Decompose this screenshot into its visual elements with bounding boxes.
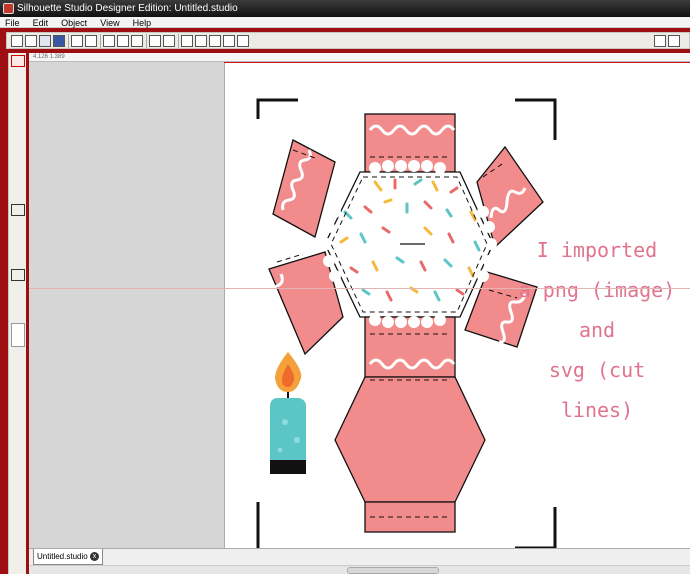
copy-icon[interactable] — [103, 35, 115, 47]
app-icon — [3, 3, 14, 14]
cut-settings-icon[interactable] — [11, 297, 25, 309]
print-icon[interactable] — [71, 35, 83, 47]
document-tab[interactable]: Untitled.studio x — [33, 549, 103, 565]
zoom-box-icon[interactable] — [209, 35, 221, 47]
knife-icon[interactable] — [11, 234, 25, 246]
edit-points-icon[interactable] — [654, 35, 666, 47]
select-icon[interactable] — [11, 55, 25, 67]
new-icon[interactable] — [11, 35, 23, 47]
fit-page-icon[interactable] — [237, 35, 249, 47]
annotation-line-1: I imported — [536, 238, 658, 262]
tool-panel — [0, 53, 29, 574]
horizontal-guide — [29, 288, 690, 289]
cursor-coordinates: 4.126 1.389 — [33, 54, 65, 60]
annotation-line-3: and — [578, 318, 616, 342]
redo-icon[interactable] — [163, 35, 175, 47]
fill-icon[interactable] — [11, 248, 25, 260]
box-template — [268, 113, 544, 533]
undo-icon[interactable] — [149, 35, 161, 47]
freehand-icon[interactable] — [11, 187, 25, 199]
rectangle-icon[interactable] — [11, 114, 25, 126]
save-icon[interactable] — [39, 35, 51, 47]
document-tab-bar: Untitled.studio x — [29, 548, 690, 574]
ruler: 4.126 1.389 — [29, 53, 690, 62]
save-as-icon[interactable] — [53, 35, 65, 47]
pan-icon[interactable] — [223, 35, 235, 47]
open-icon[interactable] — [25, 35, 37, 47]
eraser-icon[interactable] — [11, 220, 25, 232]
ellipse-icon[interactable] — [11, 142, 25, 154]
toolbar-separator — [178, 34, 179, 48]
paste-icon[interactable] — [117, 35, 129, 47]
main-toolbar — [0, 28, 690, 53]
polygon-icon[interactable] — [11, 100, 25, 112]
scrollbar-thumb[interactable] — [347, 567, 439, 574]
toolbar-separator — [100, 34, 101, 48]
tool-strip — [8, 53, 26, 574]
cut-border-line — [224, 62, 690, 63]
library-icon[interactable] — [11, 269, 25, 281]
store-icon[interactable] — [11, 283, 25, 295]
paste-in-front-icon[interactable] — [131, 35, 143, 47]
document-tab-label: Untitled.studio — [37, 552, 88, 561]
workspace[interactable]: I imported a png (image) and svg (cut li… — [29, 62, 690, 548]
cut-page[interactable]: I imported a png (image) and svg (cut li… — [224, 62, 690, 548]
annotation-line-2: a png (image) — [518, 278, 676, 302]
zoom-out-icon[interactable] — [195, 35, 207, 47]
rounded-rect-icon[interactable] — [11, 128, 25, 140]
horizontal-scrollbar[interactable] — [29, 565, 690, 574]
canvas-annotation: I imported a png (image) and svg (cut li… — [507, 230, 687, 430]
close-tab-icon[interactable]: x — [90, 552, 99, 561]
toolbar-strip — [6, 32, 690, 49]
page-setup-icon[interactable] — [668, 35, 680, 47]
toolbar-separator — [68, 34, 69, 48]
toolbar-separator — [146, 34, 147, 48]
title-bar: Silhouette Studio Designer Edition: Unti… — [0, 0, 690, 17]
candle-artwork — [270, 352, 307, 474]
line-icon[interactable] — [11, 86, 25, 98]
point-edit-icon[interactable] — [11, 69, 25, 81]
curve-icon[interactable] — [11, 159, 25, 171]
window-title: Silhouette Studio Designer Edition: Unti… — [17, 3, 238, 14]
text-icon[interactable] — [11, 204, 25, 216]
arc-icon[interactable] — [11, 173, 25, 185]
print-cut-icon[interactable] — [85, 35, 97, 47]
menu-bar: File Edit Object View Help — [0, 17, 690, 28]
layers-icon[interactable] — [11, 323, 25, 347]
zoom-in-icon[interactable] — [181, 35, 193, 47]
annotation-line-4: svg (cut lines) — [548, 358, 646, 422]
